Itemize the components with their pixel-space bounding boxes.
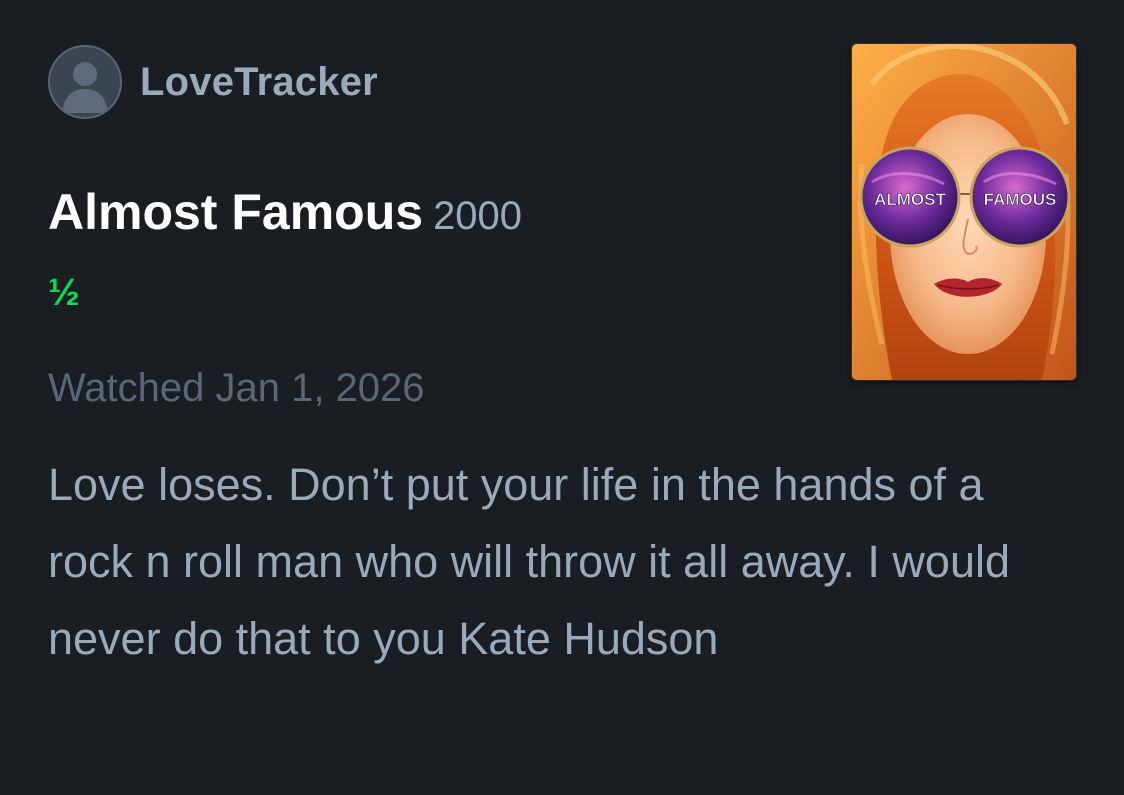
avatar[interactable] xyxy=(48,45,122,119)
review-card: LoveTracker Almost Famous 2000 ½ Watched … xyxy=(0,0,1124,795)
poster-lens-left-text: ALMOST xyxy=(874,190,946,209)
film-year[interactable]: 2000 xyxy=(433,194,522,238)
person-silhouette-icon xyxy=(62,62,108,113)
poster-lens-right-text: FAMOUS xyxy=(984,190,1057,209)
review-author: LoveTracker xyxy=(48,44,378,120)
film-heading: Almost Famous 2000 xyxy=(48,183,522,241)
review-body: Love loses. Don’t put your life in the h… xyxy=(48,459,1011,664)
username[interactable]: LoveTracker xyxy=(140,60,378,105)
film-title[interactable]: Almost Famous xyxy=(48,184,423,240)
watched-date: Watched Jan 1, 2026 xyxy=(48,366,425,410)
film-poster[interactable]: ALMOST FAMOUS xyxy=(852,44,1076,380)
star-rating: ½ xyxy=(48,272,80,314)
